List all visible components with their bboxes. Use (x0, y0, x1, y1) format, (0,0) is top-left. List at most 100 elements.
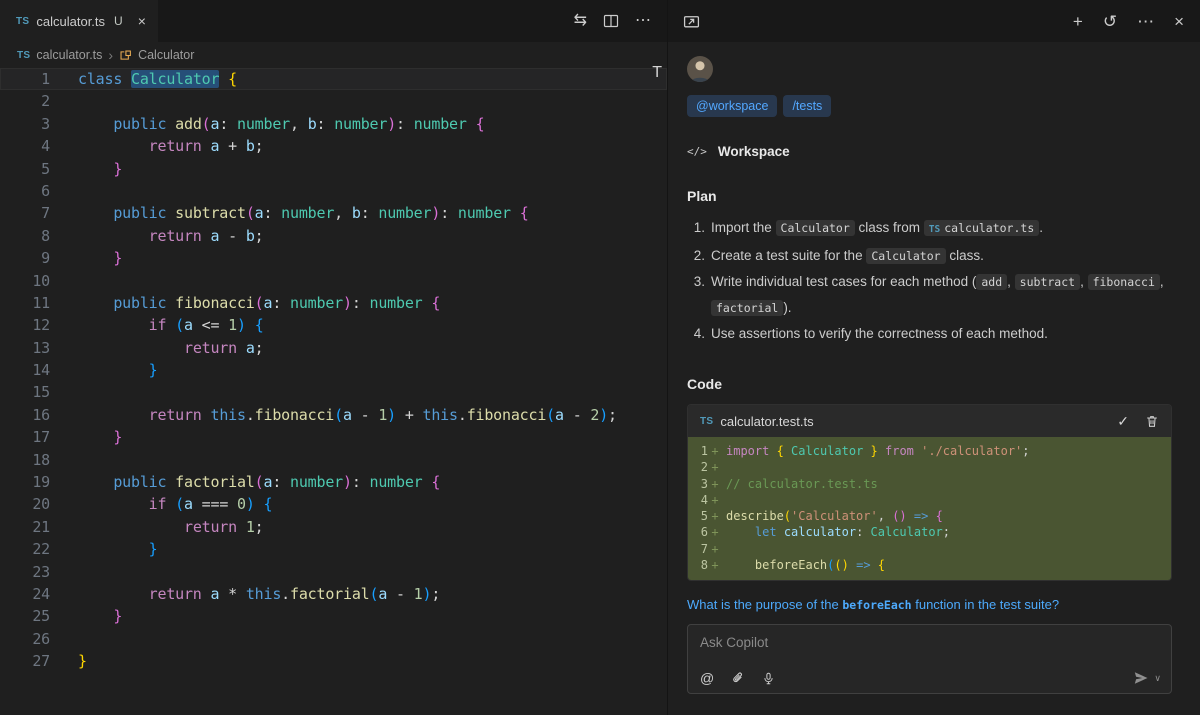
code-block-header: TS calculator.test.ts ✓ (688, 405, 1171, 437)
file-reference-chip[interactable]: TScalculator.ts (924, 220, 1039, 236)
code-line[interactable]: 9 } (0, 247, 667, 269)
code-line[interactable]: 27} (0, 650, 667, 672)
more-actions-icon[interactable]: ⋯ (1137, 13, 1154, 30)
code-line[interactable]: 3 public add(a: number, b: number): numb… (0, 113, 667, 135)
plan-item-number: 2. (687, 243, 705, 269)
diff-plus-sign: + (708, 459, 722, 475)
line-number: 20 (0, 493, 50, 515)
plan-item: 2.Create a test suite for the Calculator… (687, 243, 1172, 269)
line-number: 3 (0, 113, 50, 135)
tests-command-chip: /tests (783, 95, 831, 117)
breadcrumb-symbol[interactable]: Calculator (138, 48, 194, 62)
code-line[interactable]: 7 public subtract(a: number, b: number):… (0, 202, 667, 224)
plan-item: 1.Import the Calculator class from TScal… (687, 215, 1172, 243)
send-icon[interactable] (1133, 670, 1149, 686)
diff-code-body: 1+import { Calculator } from './calculat… (688, 437, 1171, 580)
code-editor[interactable]: 1class Calculator {23 public add(a: numb… (0, 68, 667, 673)
breadcrumb-file[interactable]: calculator.ts (36, 48, 102, 62)
code-line[interactable]: 25 } (0, 605, 667, 627)
code-line[interactable]: 26 (0, 628, 667, 650)
attach-paperclip-icon[interactable] (731, 671, 745, 686)
editor-action-bar: ⇆ ⋯ (574, 0, 667, 42)
code-line[interactable]: 8 return a - b; (0, 225, 667, 247)
line-number: 19 (0, 471, 50, 493)
diff-line-number: 7 (694, 541, 708, 557)
code-line[interactable]: 6 (0, 180, 667, 202)
line-number: 21 (0, 516, 50, 538)
plan-item-number: 3. (687, 269, 705, 321)
code-line[interactable]: 14 } (0, 359, 667, 381)
copilot-chat-panel: + ↺ ⋯ × @workspace /tests </> Workspace (667, 0, 1200, 715)
open-changes-icon[interactable]: ⇆ (574, 13, 587, 29)
line-number: 23 (0, 561, 50, 583)
code-block-filename: calculator.test.ts (720, 414, 813, 429)
line-number: 27 (0, 650, 50, 672)
diff-line-number: 3 (694, 476, 708, 492)
apply-check-icon[interactable]: ✓ (1117, 413, 1129, 430)
diff-plus-sign: + (708, 476, 722, 492)
code-line[interactable]: 11 public fibonacci(a: number): number { (0, 292, 667, 314)
close-tab-icon[interactable]: × (138, 13, 146, 29)
code-line[interactable]: 18 (0, 449, 667, 471)
diff-added-line: 6+ let calculator: Calculator; (688, 524, 1171, 540)
line-number: 16 (0, 404, 50, 426)
diff-line-number: 5 (694, 508, 708, 524)
typescript-file-icon: TS (700, 416, 713, 427)
code-line[interactable]: 20 if (a === 0) { (0, 493, 667, 515)
line-number: 11 (0, 292, 50, 314)
code-line[interactable]: 23 (0, 561, 667, 583)
code-line[interactable]: 24 return a * this.factorial(a - 1); (0, 583, 667, 605)
code-line[interactable]: 13 return a; (0, 337, 667, 359)
chat-input-box[interactable]: Ask Copilot @ (687, 624, 1172, 694)
diff-plus-sign: + (708, 492, 722, 508)
code-line[interactable]: 4 return a + b; (0, 135, 667, 157)
line-number: 18 (0, 449, 50, 471)
new-chat-icon[interactable]: + (1073, 13, 1083, 30)
diff-added-line: 1+import { Calculator } from './calculat… (688, 443, 1171, 459)
code-line[interactable]: 2 (0, 90, 667, 112)
microphone-icon[interactable] (762, 671, 775, 686)
code-line[interactable]: 15 (0, 381, 667, 403)
inline-code-chip: fibonacci (1088, 274, 1160, 290)
diff-added-line: 4+ (688, 492, 1171, 508)
breadcrumb-separator: › (108, 47, 113, 63)
history-icon[interactable]: ↺ (1103, 13, 1117, 30)
code-line[interactable]: 10 (0, 270, 667, 292)
open-chat-in-editor-icon[interactable] (683, 13, 700, 30)
tab-calculator-ts[interactable]: TS calculator.ts U × (0, 0, 158, 42)
diff-plus-sign: + (708, 508, 722, 524)
code-line[interactable]: 16 return this.fibonacci(a - 1) + this.f… (0, 404, 667, 426)
code-line[interactable]: 5 } (0, 158, 667, 180)
plan-heading: Plan (687, 188, 1172, 204)
git-untracked-badge: U (114, 14, 123, 28)
breadcrumb: TS calculator.ts › Calculator (0, 42, 667, 68)
code-line[interactable]: 21 return 1; (0, 516, 667, 538)
agent-name: Workspace (718, 144, 790, 159)
line-number: 24 (0, 583, 50, 605)
mention-icon[interactable]: @ (700, 670, 714, 686)
diff-added-line: 8+ beforeEach(() => { (688, 557, 1171, 573)
code-line[interactable]: 17 } (0, 426, 667, 448)
code-line[interactable]: 1class Calculator { (0, 68, 667, 90)
code-line[interactable]: 12 if (a <= 1) { (0, 314, 667, 336)
plan-item: 4.Use assertions to verify the correctne… (687, 321, 1172, 347)
close-panel-icon[interactable]: × (1174, 13, 1184, 30)
diff-line-number: 2 (694, 459, 708, 475)
diff-plus-sign: + (708, 557, 722, 573)
workspace-agent-row: </> Workspace (687, 144, 1172, 159)
user-message-chips: @workspace /tests (687, 95, 1172, 117)
discard-trash-icon[interactable] (1145, 414, 1159, 429)
code-line[interactable]: 19 public factorial(a: number): number { (0, 471, 667, 493)
line-number: 26 (0, 628, 50, 650)
diff-added-line: 3+// calculator.test.ts (688, 476, 1171, 492)
followup-suggestion-link[interactable]: What is the purpose of the beforeEach fu… (687, 597, 1172, 612)
split-editor-icon[interactable] (603, 13, 619, 29)
diff-added-line: 7+ (688, 541, 1171, 557)
more-actions-icon[interactable]: ⋯ (635, 13, 651, 29)
line-number: 14 (0, 359, 50, 381)
diff-added-line: 2+ (688, 459, 1171, 475)
line-number: 10 (0, 270, 50, 292)
line-number: 13 (0, 337, 50, 359)
code-line[interactable]: 22 } (0, 538, 667, 560)
send-options-chevron-icon[interactable]: ∨ (1154, 673, 1161, 684)
